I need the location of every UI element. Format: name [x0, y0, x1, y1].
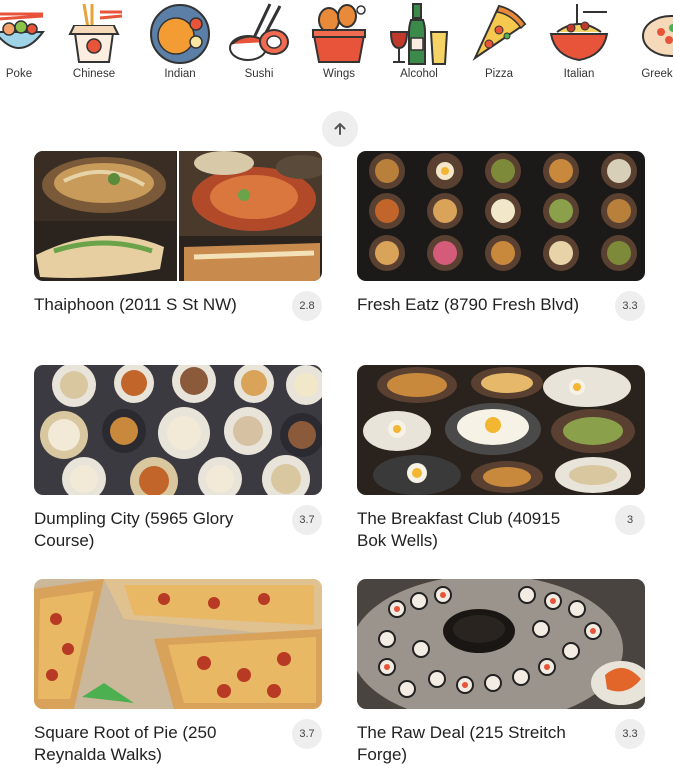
greek-plate-icon — [642, 15, 673, 57]
sushi-icon — [229, 3, 289, 61]
restaurant-card[interactable]: Thaiphoon (2011 S St NW) 2.8 — [34, 151, 324, 321]
restaurant-card[interactable]: The Raw Deal (215 Streitch Forge) 3.3 — [357, 579, 647, 764]
poke-bowl-icon — [0, 12, 46, 49]
category-label: Alcohol — [400, 68, 438, 80]
spaghetti-icon — [549, 4, 609, 62]
category-pizza[interactable]: Pizza — [454, 0, 544, 90]
restaurant-card[interactable]: Fresh Eatz (8790 Fresh Blvd) 3.3 — [357, 151, 647, 321]
category-greek[interactable]: Greek — [612, 0, 673, 90]
restaurant-photo — [357, 365, 645, 495]
category-label: Pizza — [484, 68, 514, 80]
category-italian[interactable]: Italian — [534, 0, 624, 90]
rating-badge: 3 — [615, 505, 645, 535]
category-chinese[interactable]: Chinese — [49, 0, 139, 90]
curry-plate-icon — [150, 4, 210, 64]
rating-badge: 3.3 — [615, 291, 645, 321]
category-bar: Poke Chinese Indian Sushi Wings Alcohol … — [0, 0, 673, 90]
restaurant-photo — [34, 365, 322, 495]
restaurant-name: Square Root of Pie (250 Reynalda Walks) — [34, 723, 217, 764]
restaurant-card[interactable]: Dumpling City (5965 Glory Course) 3.7 — [34, 365, 324, 550]
restaurant-name: The Breakfast Club (40915 Bok Wells) — [357, 509, 561, 550]
category-label: Italian — [563, 68, 595, 80]
restaurant-name: Fresh Eatz (8790 Fresh Blvd) — [357, 295, 580, 314]
wine-bottle-icon — [389, 3, 449, 65]
rating-badge: 3.7 — [292, 505, 322, 535]
category-indian[interactable]: Indian — [135, 0, 225, 90]
category-label: Wings — [323, 68, 355, 80]
restaurant-photo — [34, 151, 322, 281]
restaurant-name: Dumpling City (5965 Glory Course) — [34, 509, 234, 550]
pizza-slice-icon — [472, 4, 527, 61]
category-label: Chinese — [72, 68, 116, 80]
takeout-box-icon — [68, 3, 123, 63]
restaurant-card[interactable]: The Breakfast Club (40915 Bok Wells) 3 — [357, 365, 647, 550]
restaurant-name: The Raw Deal (215 Streitch Forge) — [357, 723, 566, 764]
category-label: Greek — [641, 68, 673, 80]
category-label: Indian — [164, 68, 196, 80]
restaurant-photo — [34, 579, 322, 709]
scroll-up-button[interactable] — [322, 111, 358, 147]
chicken-wings-icon — [311, 4, 367, 63]
category-alcohol[interactable]: Alcohol — [374, 0, 464, 90]
rating-badge: 2.8 — [292, 291, 322, 321]
category-wings[interactable]: Wings — [294, 0, 384, 90]
restaurant-photo — [357, 579, 645, 709]
restaurant-card[interactable]: Square Root of Pie (250 Reynalda Walks) … — [34, 579, 324, 764]
arrow-up-icon — [334, 123, 346, 135]
restaurant-photo — [357, 151, 645, 281]
rating-badge: 3.3 — [615, 719, 645, 749]
category-sushi[interactable]: Sushi — [214, 0, 304, 90]
rating-badge: 3.7 — [292, 719, 322, 749]
category-label: Sushi — [244, 68, 274, 80]
restaurant-name: Thaiphoon (2011 S St NW) — [34, 295, 237, 314]
